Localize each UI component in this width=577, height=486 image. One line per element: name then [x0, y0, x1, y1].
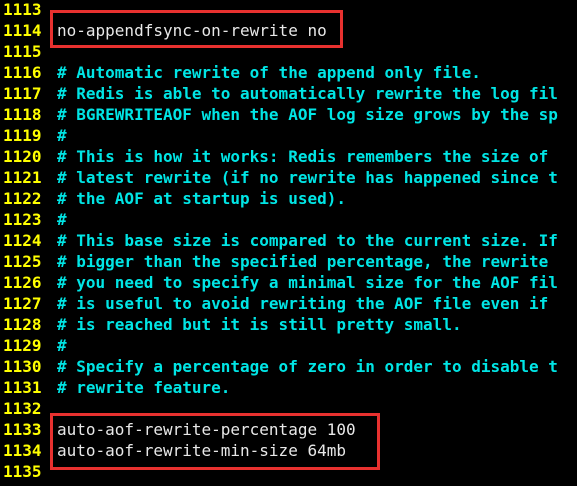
comment-text: # Redis is able to automatically rewrite…: [57, 84, 558, 103]
code-line: 1135: [0, 461, 577, 482]
comment-text: # the AOF at startup is used).: [57, 189, 346, 208]
comment-text: # Automatic rewrite of the append only f…: [57, 63, 481, 82]
code-line: 1122 # the AOF at startup is used).: [0, 188, 577, 209]
code-line: 1132: [0, 398, 577, 419]
comment-text: # latest rewrite (if no rewrite has happ…: [57, 168, 558, 187]
line-number: 1119: [3, 126, 42, 145]
line-number: 1123: [3, 210, 42, 229]
code-line: 1118 # BGREWRITEAOF when the AOF log siz…: [0, 104, 577, 125]
line-number: 1117: [3, 84, 42, 103]
line-number: 1120: [3, 147, 42, 166]
comment-text: # This base size is compared to the curr…: [57, 231, 558, 250]
config-directive: auto-aof-rewrite-min-size 64mb: [57, 441, 346, 460]
comment-text: # Specify a percentage of zero in order …: [57, 357, 558, 376]
comment-text: # rewrite feature.: [57, 378, 231, 397]
code-editor[interactable]: 1113 1114 no-appendfsync-on-rewrite no 1…: [0, 0, 577, 486]
code-line: 1126 # you need to specify a minimal siz…: [0, 272, 577, 293]
line-number: 1114: [3, 21, 42, 40]
code-line: 1133 auto-aof-rewrite-percentage 100: [0, 419, 577, 440]
code-line: 1114 no-appendfsync-on-rewrite no: [0, 20, 577, 41]
code-line: 1123 #: [0, 209, 577, 230]
line-number: 1125: [3, 252, 42, 271]
line-number: 1132: [3, 399, 42, 418]
line-number: 1134: [3, 441, 42, 460]
comment-text: #: [57, 126, 67, 145]
comment-text: # BGREWRITEAOF when the AOF log size gro…: [57, 105, 558, 124]
config-directive: auto-aof-rewrite-percentage 100: [57, 420, 356, 439]
line-number: 1116: [3, 63, 42, 82]
code-line: 1127 # is useful to avoid rewriting the …: [0, 293, 577, 314]
line-number: 1113: [3, 0, 42, 19]
code-line: 1131 # rewrite feature.: [0, 377, 577, 398]
comment-text: # bigger than the specified percentage, …: [57, 252, 549, 271]
comment-text: # you need to specify a minimal size for…: [57, 273, 558, 292]
comment-text: #: [57, 336, 67, 355]
line-number: 1115: [3, 42, 42, 61]
code-line: 1129 #: [0, 335, 577, 356]
comment-text: # This is how it works: Redis remembers …: [57, 147, 549, 166]
code-line: 1120 # This is how it works: Redis remem…: [0, 146, 577, 167]
comment-text: #: [57, 210, 67, 229]
line-number: 1129: [3, 336, 42, 355]
code-line: 1113: [0, 0, 577, 20]
config-directive: no-appendfsync-on-rewrite no: [57, 21, 327, 40]
line-number: 1124: [3, 231, 42, 250]
code-line: 1124 # This base size is compared to the…: [0, 230, 577, 251]
line-number: 1121: [3, 168, 42, 187]
code-line: 1121 # latest rewrite (if no rewrite has…: [0, 167, 577, 188]
code-line: 1130 # Specify a percentage of zero in o…: [0, 356, 577, 377]
line-number: 1130: [3, 357, 42, 376]
line-number: 1127: [3, 294, 42, 313]
code-line: 1134 auto-aof-rewrite-min-size 64mb: [0, 440, 577, 461]
code-line: 1117 # Redis is able to automatically re…: [0, 83, 577, 104]
line-number: 1128: [3, 315, 42, 334]
code-line: 1116 # Automatic rewrite of the append o…: [0, 62, 577, 83]
comment-text: # is reached but it is still pretty smal…: [57, 315, 462, 334]
code-line: 1119 #: [0, 125, 577, 146]
code-line: 1125 # bigger than the specified percent…: [0, 251, 577, 272]
line-number: 1118: [3, 105, 42, 124]
code-line: 1128 # is reached but it is still pretty…: [0, 314, 577, 335]
comment-text: # is useful to avoid rewriting the AOF f…: [57, 294, 549, 313]
line-number: 1133: [3, 420, 42, 439]
code-line: 1115: [0, 41, 577, 62]
line-number: 1131: [3, 378, 42, 397]
line-number: 1135: [3, 462, 42, 481]
line-number: 1126: [3, 273, 42, 292]
line-number: 1122: [3, 189, 42, 208]
